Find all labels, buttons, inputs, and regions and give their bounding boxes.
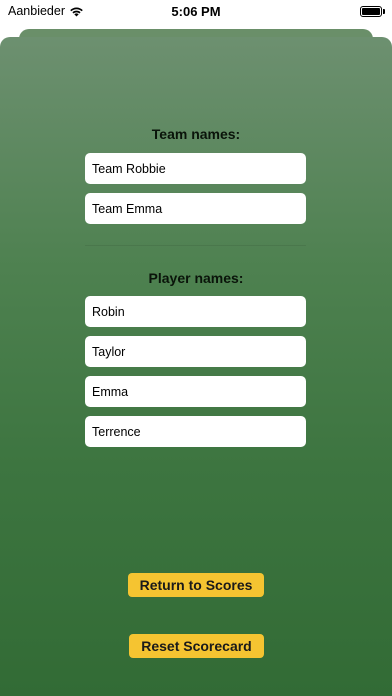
player-name-field-3[interactable]: [85, 376, 306, 407]
battery-cap: [383, 9, 385, 14]
player-name-field-1[interactable]: [85, 296, 306, 327]
return-to-scores-button[interactable]: Return to Scores: [128, 573, 264, 597]
reset-scorecard-button[interactable]: Reset Scorecard: [129, 634, 264, 658]
team-name-field-1[interactable]: [85, 153, 306, 184]
section-divider: [85, 245, 306, 246]
player-name-field-2[interactable]: [85, 336, 306, 367]
team-name-field-2[interactable]: [85, 193, 306, 224]
battery-level: [362, 8, 380, 15]
battery-icon: [360, 6, 382, 17]
player-names-heading: Player names:: [148, 270, 244, 286]
status-time: 5:06 PM: [171, 4, 221, 19]
team-names-heading: Team names:: [151, 126, 241, 142]
status-bar: Aanbieder 5:06 PM: [0, 0, 392, 24]
screen: Aanbieder 5:06 PM Team names: Player nam…: [0, 0, 392, 696]
player-name-field-4[interactable]: [85, 416, 306, 447]
